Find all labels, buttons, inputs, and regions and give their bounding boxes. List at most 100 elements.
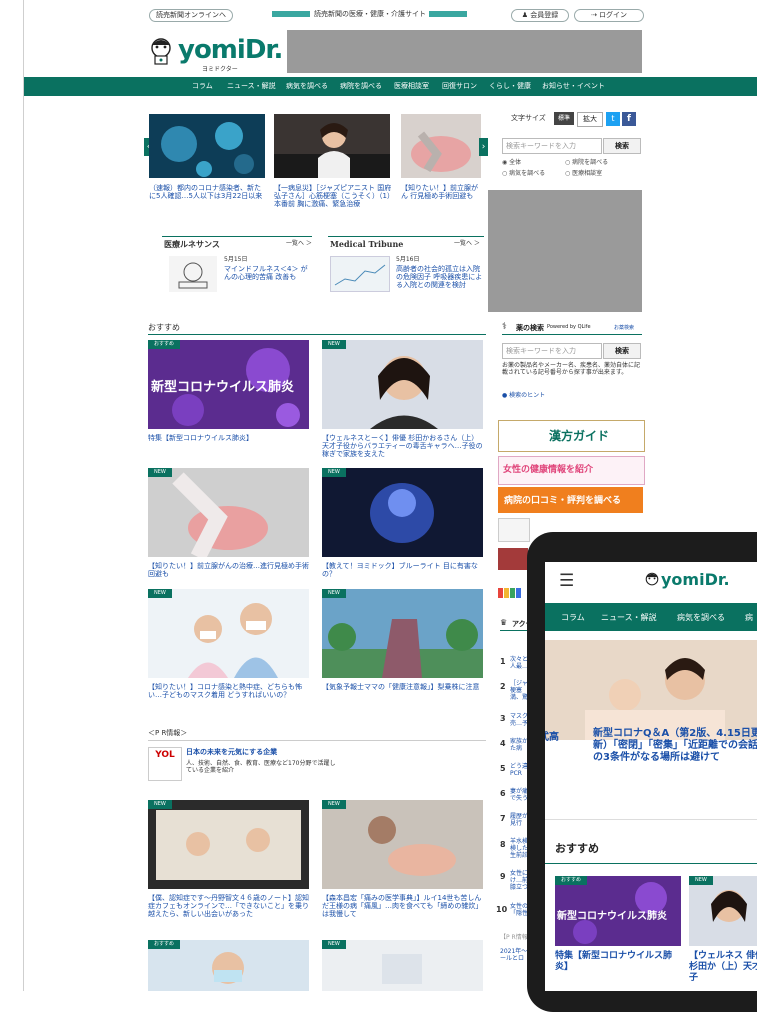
- card-prostate-image[interactable]: [148, 468, 309, 557]
- tribune-article[interactable]: 高齢者の社会的孤立は入院の危険因子 呼吸器疾患による入院との関連を検討: [396, 265, 484, 289]
- phone-nav-more[interactable]: 病: [745, 612, 753, 623]
- carousel-caption-3[interactable]: 【知りたい！】前立腺がん 行見極め手術回避も: [401, 184, 483, 200]
- login-icon: ⇢: [590, 11, 597, 19]
- card-actress-caption[interactable]: 【ウェルネスとーく】俳優 杉田かおるさん（上）天才子役からバラエティーの毒舌キャ…: [322, 434, 484, 458]
- card-dementia-image[interactable]: [148, 800, 309, 889]
- card-gout-image[interactable]: [322, 800, 483, 889]
- radio-hospital-label: 病院を調べる: [572, 159, 609, 166]
- nav-news[interactable]: ニュース・解説: [227, 81, 276, 91]
- phone-screen: ☰ yomiDr. コラム ニュース・解説 病気を調べる 病 式高 新型コロナQ…: [545, 562, 757, 991]
- nav-disease[interactable]: 病気を調べる: [286, 81, 328, 91]
- card-doctor-mask-badge: おすすめ: [148, 940, 181, 949]
- phone-card2-image[interactable]: [689, 876, 757, 946]
- sidebar-ad-banner[interactable]: [488, 190, 642, 312]
- phone-nav-news[interactable]: ニュース・解説: [601, 612, 657, 623]
- drug-search-button[interactable]: 検索: [603, 343, 641, 359]
- carousel-image-virus[interactable]: [149, 114, 265, 178]
- pr-logo[interactable]: YOL: [148, 747, 182, 781]
- tribune-date: 5月16日: [396, 256, 420, 263]
- site-logo[interactable]: yomiDr.: [178, 35, 283, 65]
- drug-search-link[interactable]: お薬検索: [614, 324, 634, 331]
- card-bluelight-badge: NEW: [322, 468, 346, 477]
- recommend-divider: [148, 334, 486, 335]
- header-ad-banner[interactable]: [287, 30, 642, 73]
- renaissance-article[interactable]: マインドフルネス＜4＞ がんの心理的苦痛 改善も: [224, 265, 314, 281]
- phone-section-divider: [545, 863, 757, 864]
- carousel-caption-1[interactable]: （速報）都内のコロナ感染者、新たに5人確認…5人以下は3月22日以来: [149, 184, 267, 200]
- phone-nav: コラム ニュース・解説 病気を調べる 病: [545, 603, 757, 631]
- card-medical-image[interactable]: [322, 940, 483, 991]
- phone-logo[interactable]: yomiDr.: [661, 570, 730, 589]
- hospital-review-banner[interactable]: 病院の口コミ・評判を調べる: [498, 487, 643, 513]
- card-weather-image[interactable]: [322, 589, 483, 678]
- doctor-mascot-icon[interactable]: [147, 37, 175, 65]
- renaissance-title[interactable]: 医療ルネサンス: [164, 239, 220, 250]
- card-bluelight-caption[interactable]: 【教えて！ヨミドック】ブルーライト 目に有害なの？: [322, 562, 484, 578]
- card-bluelight-image[interactable]: [322, 468, 483, 557]
- phone-card2-caption[interactable]: 【ウェルネス 俳優 杉田か（上）天才子: [689, 951, 757, 984]
- radio-hospital[interactable]: ○ 病院を調べる: [565, 157, 608, 166]
- card-prostate-caption[interactable]: 【知りたい！】前立腺がんの治療…進行見極め手術回避も: [148, 562, 310, 578]
- font-large-button[interactable]: 拡大: [577, 112, 603, 127]
- tribune-title[interactable]: Medical Tribune: [330, 239, 403, 249]
- member-register-button[interactable]: ♟ 会員登録: [511, 9, 569, 22]
- drug-hint-link[interactable]: ● 検索のヒント: [502, 392, 545, 399]
- renaissance-illustration[interactable]: [169, 256, 217, 292]
- card-dementia-caption[interactable]: 【僕、認知症です〜丹野智文４６歳のノート】認知症カフェもオンラインで…「できない…: [148, 894, 310, 918]
- nav-column[interactable]: コラム: [192, 81, 213, 91]
- card-weather-caption[interactable]: 【気象予報士ママの「健康注意報」】梨乗株に注意: [322, 683, 484, 691]
- sidebar-red-banner[interactable]: [498, 548, 528, 570]
- online-link[interactable]: 読売新聞オンラインへ: [149, 9, 233, 22]
- sidebar-yomidr-banner[interactable]: [498, 518, 530, 542]
- card-actress-badge: NEW: [322, 340, 346, 349]
- radio-disease[interactable]: ○ 病気を調べる: [502, 168, 545, 177]
- sidebar-pr-item[interactable]: 2021年〜ールとロ: [500, 948, 528, 962]
- site-search-button[interactable]: 検索: [603, 138, 641, 154]
- phone-card1-caption[interactable]: 特集【新型コロナウイルス肺炎】: [555, 951, 681, 973]
- card-gout-caption[interactable]: 【森本昌宏「痛みの医学事典」】ルイ14世も苦しんだ王様の病「痛風」…肉を食べても…: [322, 894, 484, 918]
- facebook-icon[interactable]: f: [622, 112, 636, 126]
- font-standard-button[interactable]: 標準: [554, 112, 574, 125]
- nav-hospital[interactable]: 病院を調べる: [340, 81, 382, 91]
- pr-logo-text: YOL: [155, 750, 175, 760]
- drug-search-input[interactable]: 検索キーワードを入力: [502, 343, 602, 359]
- card-mask-caption[interactable]: 【知りたい！】コロナ感染と熱中症、どちらも怖い…子どものマスク着用 どうすればい…: [148, 683, 310, 699]
- phone-article-title[interactable]: 新型コロナQ＆A（第2版、4.15日更新）「密閉」「密集」「近距離での会話」の3…: [593, 728, 757, 764]
- phone-nav-disease[interactable]: 病気を調べる: [677, 612, 725, 623]
- login-button[interactable]: ⇢ ログイン: [574, 9, 644, 22]
- hospital-label: 病院の口コミ・評判を調べる: [504, 496, 622, 506]
- carousel-image-pianist[interactable]: [274, 114, 390, 178]
- card-covid-caption[interactable]: 特集【新型コロナウイルス肺炎】: [148, 434, 310, 442]
- kampo-guide-banner[interactable]: 漢方ガイド: [498, 420, 645, 452]
- crown-icon: ♛: [500, 618, 508, 627]
- nav-life[interactable]: くらし・健康: [489, 81, 531, 91]
- sidebar-color-banner[interactable]: [498, 585, 528, 599]
- nav-consult[interactable]: 医療相談室: [394, 81, 429, 91]
- phone-nav-column[interactable]: コラム: [561, 612, 585, 623]
- phone-left-snippet: 式高: [545, 732, 559, 743]
- card-mask-badge: NEW: [148, 589, 172, 598]
- twitter-icon[interactable]: t: [606, 112, 620, 126]
- women-health-banner[interactable]: 女性の健康情報を紹介: [498, 456, 645, 485]
- women-label: 女性の健康情報を紹介: [503, 465, 594, 475]
- phone-hero-image[interactable]: [545, 640, 757, 740]
- radio-all[interactable]: ◉ 全体: [502, 157, 521, 166]
- carousel-next-button[interactable]: ›: [479, 138, 488, 156]
- rank-number-3: 3: [500, 714, 506, 723]
- login-label: ログイン: [599, 11, 628, 19]
- card-actress-image[interactable]: [322, 340, 483, 429]
- card-weather-badge: NEW: [322, 589, 346, 598]
- carousel-image-prostate[interactable]: [401, 114, 481, 178]
- pr-title[interactable]: 日本の未来を元気にする企業: [186, 748, 277, 756]
- carousel-caption-2[interactable]: 【一病息災】［ジャズピアニスト 国府弘子さん］心筋梗塞（こうそく）（1）本番前 …: [274, 184, 392, 208]
- tribune-chart-image[interactable]: [330, 256, 390, 292]
- renaissance-more-link[interactable]: 一覧へ ＞: [286, 240, 312, 247]
- hamburger-icon[interactable]: ☰: [559, 571, 574, 591]
- phone-section-title: おすすめ: [555, 842, 599, 855]
- nav-info[interactable]: お知らせ・イベント: [542, 81, 605, 91]
- radio-consult[interactable]: ○ 医療相談室: [565, 168, 602, 177]
- tribune-more-link[interactable]: 一覧へ ＞: [454, 240, 480, 247]
- nav-salon[interactable]: 回復サロン: [442, 81, 477, 91]
- card-mask-image[interactable]: [148, 589, 309, 678]
- site-search-input[interactable]: 検索キーワードを入力: [502, 138, 602, 154]
